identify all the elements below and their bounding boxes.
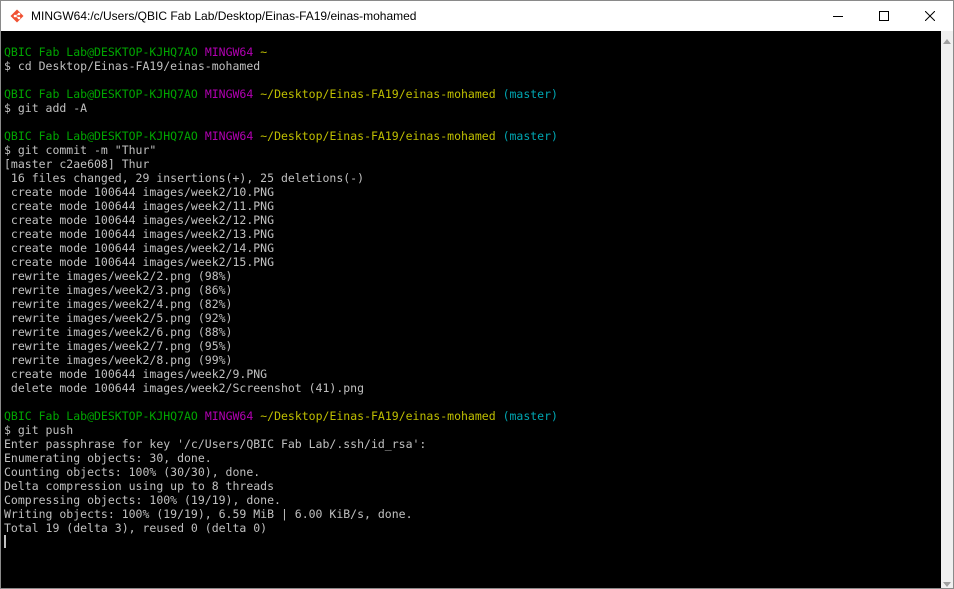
line-text: create mode 100644 images/week2/12.PNG bbox=[4, 213, 275, 227]
output-line: create mode 100644 images/week2/9.PNG bbox=[4, 367, 558, 381]
prompt-line: QBIC Fab Lab@DESKTOP-KJHQ7AO MINGW64 ~ bbox=[4, 45, 558, 59]
output-line: $ git commit -m "Thur" bbox=[4, 143, 558, 157]
line-text: create mode 100644 images/week2/14.PNG bbox=[4, 241, 275, 255]
output-line: Writing objects: 100% (19/19), 6.59 MiB … bbox=[4, 507, 558, 521]
output-line: rewrite images/week2/4.png (82%) bbox=[4, 297, 558, 311]
scroll-down-button[interactable] bbox=[941, 574, 953, 588]
line-text: [master c2ae608] Thur bbox=[4, 157, 150, 171]
prompt-shell: MINGW64 bbox=[204, 129, 254, 143]
close-icon bbox=[925, 11, 935, 21]
line-text: Total 19 (delta 3), reused 0 (delta 0) bbox=[4, 521, 268, 535]
output-line: create mode 100644 images/week2/14.PNG bbox=[4, 241, 558, 255]
prompt-shell: MINGW64 bbox=[204, 87, 254, 101]
maximize-icon bbox=[879, 11, 889, 21]
output-line: rewrite images/week2/2.png (98%) bbox=[4, 269, 558, 283]
output-line: create mode 100644 images/week2/10.PNG bbox=[4, 185, 558, 199]
output-line: Enumerating objects: 30, done. bbox=[4, 451, 558, 465]
prompt-line: QBIC Fab Lab@DESKTOP-KJHQ7AO MINGW64 ~/D… bbox=[4, 87, 558, 101]
minimize-button[interactable] bbox=[815, 1, 861, 31]
prompt-branch: (master) bbox=[502, 409, 558, 423]
output-line: rewrite images/week2/5.png (92%) bbox=[4, 311, 558, 325]
output-line: $ git push bbox=[4, 423, 558, 437]
text-cursor bbox=[4, 535, 6, 548]
prompt-path: ~/Desktop/Einas-FA19/einas-mohamed bbox=[260, 409, 496, 423]
line-text: create mode 100644 images/week2/15.PNG bbox=[4, 255, 275, 269]
line-text: Delta compression using up to 8 threads bbox=[4, 479, 275, 493]
output-line: Counting objects: 100% (30/30), done. bbox=[4, 465, 558, 479]
line-text: Compressing objects: 100% (19/19), done. bbox=[4, 493, 281, 507]
title-bar[interactable]: MINGW64:/c/Users/QBIC Fab Lab/Desktop/Ei… bbox=[1, 1, 953, 31]
line-text: rewrite images/week2/3.png (86%) bbox=[4, 283, 233, 297]
line-text: create mode 100644 images/week2/11.PNG bbox=[4, 199, 275, 213]
window-controls bbox=[815, 1, 953, 31]
line-text: Enter passphrase for key '/c/Users/QBIC … bbox=[4, 437, 427, 451]
output-line: [master c2ae608] Thur bbox=[4, 157, 558, 171]
output-line: create mode 100644 images/week2/12.PNG bbox=[4, 213, 558, 227]
output-line: Delta compression using up to 8 threads bbox=[4, 479, 558, 493]
prompt-user-host: QBIC Fab Lab@DESKTOP-KJHQ7AO bbox=[4, 129, 198, 143]
terminal-window: MINGW64:/c/Users/QBIC Fab Lab/Desktop/Ei… bbox=[0, 0, 954, 589]
line-text: rewrite images/week2/2.png (98%) bbox=[4, 269, 233, 283]
line-text: create mode 100644 images/week2/10.PNG bbox=[4, 185, 275, 199]
output-line: $ cd Desktop/Einas-FA19/einas-mohamed bbox=[4, 59, 558, 73]
chevron-up-icon bbox=[943, 29, 951, 48]
maximize-button[interactable] bbox=[861, 1, 907, 31]
line-text: delete mode 100644 images/week2/Screensh… bbox=[4, 381, 365, 395]
output-line: rewrite images/week2/8.png (99%) bbox=[4, 353, 558, 367]
line-text: $ git push bbox=[4, 423, 74, 437]
line-text: rewrite images/week2/5.png (92%) bbox=[4, 311, 233, 325]
line-text: Counting objects: 100% (30/30), done. bbox=[4, 465, 261, 479]
terminal-lines: QBIC Fab Lab@DESKTOP-KJHQ7AO MINGW64 ~ $ … bbox=[4, 45, 558, 549]
input-line bbox=[4, 535, 558, 549]
prompt-user-host: QBIC Fab Lab@DESKTOP-KJHQ7AO bbox=[4, 409, 198, 423]
minimize-icon bbox=[833, 11, 843, 21]
chevron-down-icon bbox=[943, 572, 951, 589]
output-line: create mode 100644 images/week2/15.PNG bbox=[4, 255, 558, 269]
output-line: $ git add -A bbox=[4, 101, 558, 115]
line-text: create mode 100644 images/week2/9.PNG bbox=[4, 367, 268, 381]
output-line: rewrite images/week2/7.png (95%) bbox=[4, 339, 558, 353]
line-text: 16 files changed, 29 insertions(+), 25 d… bbox=[4, 171, 365, 185]
output-line: 16 files changed, 29 insertions(+), 25 d… bbox=[4, 171, 558, 185]
prompt-line: QBIC Fab Lab@DESKTOP-KJHQ7AO MINGW64 ~/D… bbox=[4, 409, 558, 423]
output-line: Total 19 (delta 3), reused 0 (delta 0) bbox=[4, 521, 558, 535]
prompt-shell: MINGW64 bbox=[204, 45, 254, 59]
line-text: rewrite images/week2/7.png (95%) bbox=[4, 339, 233, 353]
line-text: rewrite images/week2/4.png (82%) bbox=[4, 297, 233, 311]
prompt-path: ~ bbox=[260, 45, 268, 59]
git-bash-icon bbox=[9, 8, 25, 24]
line-text: $ git commit -m "Thur" bbox=[4, 143, 157, 157]
line-text: rewrite images/week2/8.png (99%) bbox=[4, 353, 233, 367]
prompt-path: ~/Desktop/Einas-FA19/einas-mohamed bbox=[260, 87, 496, 101]
prompt-branch: (master) bbox=[502, 87, 558, 101]
prompt-user-host: QBIC Fab Lab@DESKTOP-KJHQ7AO bbox=[4, 87, 198, 101]
prompt-user-host: QBIC Fab Lab@DESKTOP-KJHQ7AO bbox=[4, 45, 198, 59]
prompt-branch: (master) bbox=[502, 129, 558, 143]
line-text: create mode 100644 images/week2/13.PNG bbox=[4, 227, 275, 241]
line-text: $ git add -A bbox=[4, 101, 88, 115]
output-line: delete mode 100644 images/week2/Screensh… bbox=[4, 381, 558, 395]
vertical-scrollbar[interactable] bbox=[941, 31, 953, 588]
line-text: $ cd Desktop/Einas-FA19/einas-mohamed bbox=[4, 59, 261, 73]
output-line: Enter passphrase for key '/c/Users/QBIC … bbox=[4, 437, 558, 451]
terminal-output[interactable]: QBIC Fab Lab@DESKTOP-KJHQ7AO MINGW64 ~ $ … bbox=[1, 31, 941, 588]
line-text: Enumerating objects: 30, done. bbox=[4, 451, 212, 465]
prompt-line: QBIC Fab Lab@DESKTOP-KJHQ7AO MINGW64 ~/D… bbox=[4, 129, 558, 143]
window-title: MINGW64:/c/Users/QBIC Fab Lab/Desktop/Ei… bbox=[31, 9, 417, 23]
line-text: rewrite images/week2/6.png (88%) bbox=[4, 325, 233, 339]
output-line: create mode 100644 images/week2/11.PNG bbox=[4, 199, 558, 213]
scroll-up-button[interactable] bbox=[941, 31, 953, 45]
output-line: rewrite images/week2/3.png (86%) bbox=[4, 283, 558, 297]
output-line: rewrite images/week2/6.png (88%) bbox=[4, 325, 558, 339]
output-line: Compressing objects: 100% (19/19), done. bbox=[4, 493, 558, 507]
prompt-shell: MINGW64 bbox=[204, 409, 254, 423]
close-button[interactable] bbox=[907, 1, 953, 31]
line-text: Writing objects: 100% (19/19), 6.59 MiB … bbox=[4, 507, 413, 521]
prompt-path: ~/Desktop/Einas-FA19/einas-mohamed bbox=[260, 129, 496, 143]
output-line: create mode 100644 images/week2/13.PNG bbox=[4, 227, 558, 241]
